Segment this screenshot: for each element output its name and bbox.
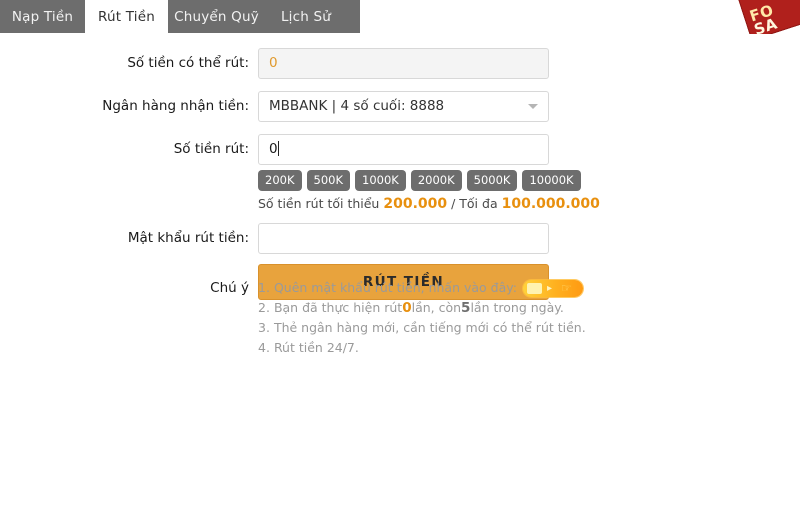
note-item-2: 2. Bạn đã thực hiện rút 0 lần, còn 5 lần… xyxy=(258,298,588,318)
note-number: 2. xyxy=(258,300,270,315)
note-item-4: 4. Rút tiền 24/7. xyxy=(258,338,588,358)
tab-label: Nạp Tiền xyxy=(11,8,74,25)
tab-label: Rút Tiền xyxy=(98,8,155,25)
row-withdraw-amount: Số tiền rút: 0 200K 500K 1000K 2000K 500… xyxy=(0,134,800,212)
quick-amount-2000k[interactable]: 2000K xyxy=(410,170,462,191)
note-item-1: 1. Quên mật khẩu rút tiền, nhấn vào đây:… xyxy=(258,278,588,298)
withdraw-amount-value: 0 xyxy=(269,141,278,157)
forgot-password-button[interactable]: ▸ ☞ xyxy=(522,279,583,297)
bank-select-wrapper[interactable]: MBBANK | 4 số cuối: 8888 xyxy=(258,91,549,122)
note-item-3: 3. Thẻ ngân hàng mới, cần tiếng mới có t… xyxy=(258,318,588,338)
note-number: 4. xyxy=(258,340,270,355)
row-withdraw-password: Mật khẩu rút tiền: xyxy=(0,223,800,254)
field-withdraw-amount: 0 200K 500K 1000K 2000K 5000K 10000K Số … xyxy=(258,134,600,212)
field-bank-select: MBBANK | 4 số cuối: 8888 xyxy=(258,91,550,122)
text-caret xyxy=(277,141,279,156)
pointing-hand-icon: ☞ xyxy=(560,280,572,295)
row-available-amount: Số tiền có thể rút: 0 xyxy=(0,48,800,79)
tab-label: Chuyển Quỹ xyxy=(174,8,259,25)
bank-select-value[interactable]: MBBANK | 4 số cuối: 8888 xyxy=(258,91,549,122)
label-withdraw-amount: Số tiền rút: xyxy=(173,141,249,157)
quick-amount-chips: 200K 500K 1000K 2000K 5000K 10000K xyxy=(258,170,581,191)
field-withdraw-password xyxy=(258,223,550,254)
tab-rut-tien[interactable]: Rút Tiền xyxy=(85,0,168,33)
withdraw-password-input[interactable] xyxy=(258,223,549,254)
limits-separator: / Tối đa xyxy=(451,196,498,211)
note-text: Quên mật khẩu rút tiền, nhấn vào đây: xyxy=(273,280,517,295)
quick-amount-500k[interactable]: 500K xyxy=(306,170,350,191)
note-text-mid: lần, còn xyxy=(411,300,462,315)
tab-chuyen-quy[interactable]: Chuyển Quỹ xyxy=(168,0,265,33)
label-bank-select: Ngân hàng nhận tiền: xyxy=(102,98,249,114)
label-available-amount: Số tiền có thể rút: xyxy=(127,55,249,71)
card-icon xyxy=(526,282,542,294)
quick-amount-200k[interactable]: 200K xyxy=(258,170,302,191)
available-amount-value: 0 xyxy=(258,48,549,79)
limits-min-value: 200.000 xyxy=(383,196,448,212)
quick-amount-10000k[interactable]: 10000K xyxy=(522,170,581,191)
note-number: 3. xyxy=(258,320,270,335)
for-sale-badge-container: FO SA xyxy=(720,0,800,34)
label-withdraw-password: Mật khẩu rút tiền: xyxy=(127,230,249,246)
field-available-amount: 0 xyxy=(258,48,550,79)
tab-nap-tien[interactable]: Nạp Tiền xyxy=(0,0,85,33)
note-text: Rút tiền 24/7. xyxy=(273,340,359,355)
note-text-post: lần trong ngày. xyxy=(470,300,564,315)
note-text-pre: Bạn đã thực hiện rút xyxy=(273,300,403,315)
limits-max-value: 100.000.000 xyxy=(501,196,600,212)
withdraw-amount-input[interactable]: 0 xyxy=(258,134,549,165)
note-count-remaining: 5 xyxy=(461,300,471,316)
notes-list: 1. Quên mật khẩu rút tiền, nhấn vào đây:… xyxy=(258,278,588,358)
notes-section: Chú ý 1. Quên mật khẩu rút tiền, nhấn và… xyxy=(0,278,800,358)
note-text: Thẻ ngân hàng mới, cần tiếng mới có thể … xyxy=(273,320,586,335)
chevron-right-icon: ▸ xyxy=(546,282,552,294)
tab-bar: Nạp Tiền Rút Tiền Chuyển Quỹ Lịch Sử xyxy=(0,0,800,33)
quick-amount-1000k[interactable]: 1000K xyxy=(355,170,406,191)
for-sale-badge[interactable]: FO SA xyxy=(735,0,800,34)
note-count-used: 0 xyxy=(402,300,412,316)
row-bank-select: Ngân hàng nhận tiền: MBBANK | 4 số cuối:… xyxy=(0,91,800,122)
tab-label: Lịch Sử xyxy=(280,8,332,25)
notes-label: Chú ý xyxy=(210,280,249,296)
withdraw-limits-text: Số tiền rút tối thiểu 200.000 / Tối đa 1… xyxy=(258,196,600,212)
note-number: 1. xyxy=(258,280,270,295)
limits-prefix: Số tiền rút tối thiểu xyxy=(258,196,380,211)
quick-amount-5000k[interactable]: 5000K xyxy=(466,170,518,191)
tab-lich-su[interactable]: Lịch Sử xyxy=(268,0,344,33)
